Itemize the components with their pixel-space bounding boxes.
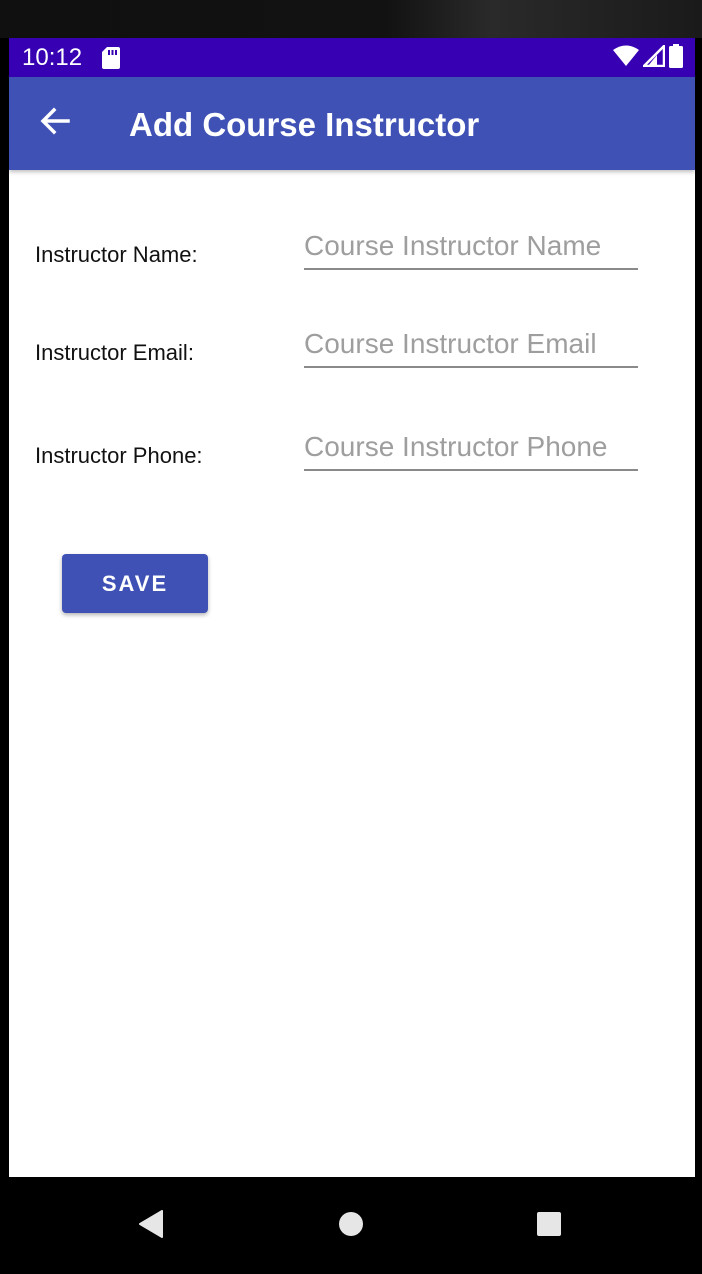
instructor-name-input[interactable]	[304, 224, 638, 270]
instructor-phone-input[interactable]	[304, 425, 638, 471]
home-circle-icon	[338, 1211, 364, 1242]
phone-label: Instructor Phone:	[35, 443, 203, 468]
status-time: 10:12	[22, 44, 83, 71]
battery-icon	[669, 43, 683, 73]
device-bezel-top	[0, 0, 702, 38]
sd-card-icon	[102, 47, 120, 69]
device-frame: 10:12 Add Course Instructor Instructor N…	[0, 0, 702, 1274]
nav-back-button[interactable]	[124, 1199, 178, 1253]
app-screen: 10:12 Add Course Instructor Instructor N…	[9, 38, 695, 1177]
save-button[interactable]: SAVE	[62, 554, 208, 613]
back-triangle-icon	[138, 1209, 164, 1243]
app-bar: Add Course Instructor	[9, 77, 695, 170]
email-label: Instructor Email:	[35, 340, 194, 365]
status-bar: 10:12	[9, 38, 695, 77]
status-icons	[613, 43, 683, 73]
cellular-signal-icon	[642, 44, 666, 72]
system-nav-bar	[0, 1177, 702, 1274]
name-label: Instructor Name:	[35, 242, 198, 267]
back-button[interactable]	[33, 101, 77, 145]
nav-home-button[interactable]	[324, 1199, 378, 1253]
nav-recents-button[interactable]	[522, 1199, 576, 1253]
wifi-icon	[613, 45, 639, 72]
arrow-left-icon	[40, 107, 70, 140]
page-title: Add Course Instructor	[129, 106, 480, 143]
instructor-email-input[interactable]	[304, 322, 638, 368]
recents-square-icon	[536, 1211, 562, 1242]
